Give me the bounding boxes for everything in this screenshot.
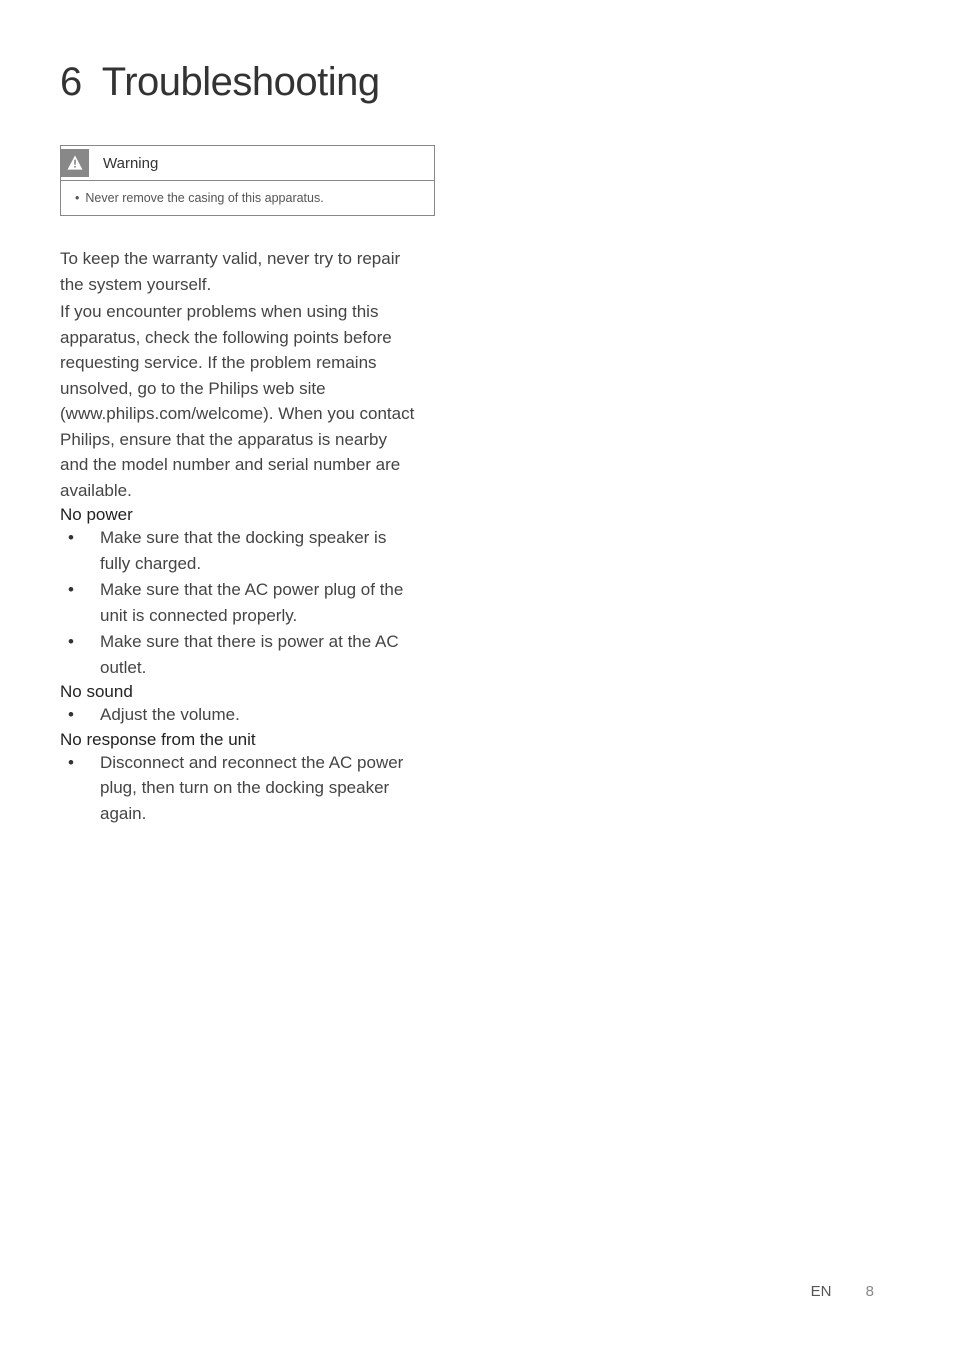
intro-paragraph-1: To keep the warranty valid, never try to…	[60, 246, 420, 297]
list-item: Make sure that the AC power plug of the …	[60, 577, 420, 628]
warning-body: • Never remove the casing of this apparat…	[61, 180, 434, 215]
no-sound-label: No sound	[60, 682, 420, 702]
page-content: 6 Troubleshooting Warning • Never remove t…	[0, 0, 480, 826]
warning-item: Never remove the casing of this apparatu…	[85, 191, 323, 205]
no-power-label: No power	[60, 505, 420, 525]
no-response-label: No response from the unit	[60, 730, 420, 750]
warning-label: Warning	[103, 155, 158, 172]
warning-box: Warning • Never remove the casing of this…	[60, 145, 435, 216]
footer-page-number: 8	[866, 1283, 874, 1300]
warning-icon	[61, 149, 89, 177]
chapter-title-text: Troubleshooting	[102, 60, 380, 104]
page-footer: EN 8	[811, 1283, 874, 1300]
no-sound-list: Adjust the volume.	[60, 702, 420, 728]
list-item: Adjust the volume.	[60, 702, 420, 728]
no-power-list: Make sure that the docking speaker is fu…	[60, 525, 420, 680]
footer-language: EN	[811, 1283, 832, 1300]
no-response-list: Disconnect and reconnect the AC power pl…	[60, 750, 420, 827]
list-item: Disconnect and reconnect the AC power pl…	[60, 750, 420, 827]
list-item: Make sure that the docking speaker is fu…	[60, 525, 420, 576]
intro-paragraph-2: If you encounter problems when using thi…	[60, 299, 420, 503]
chapter-number: 6	[60, 60, 82, 104]
chapter-title: 6 Troubleshooting	[60, 60, 420, 105]
warning-header: Warning	[61, 146, 434, 180]
bullet-icon: •	[75, 191, 79, 205]
list-item: Make sure that there is power at the AC …	[60, 629, 420, 680]
